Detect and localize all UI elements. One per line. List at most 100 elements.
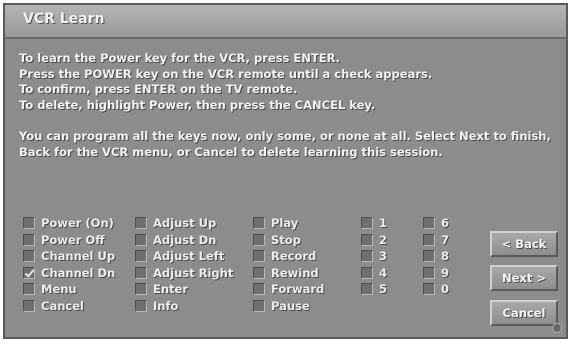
vcr-learn-window: VCR Learn To learn the Power key for the… [3, 3, 568, 339]
resize-grip-icon[interactable] [552, 323, 562, 333]
key-label: 9 [441, 265, 450, 280]
key-label: 3 [379, 249, 388, 264]
key-checkbox[interactable]: Play [253, 215, 361, 232]
checkbox-icon[interactable] [253, 250, 265, 263]
checkbox-checked-icon[interactable] [23, 266, 35, 279]
key-label: Cancel [41, 298, 84, 313]
checkbox-icon[interactable] [253, 233, 265, 246]
key-checkbox[interactable]: Pause [253, 298, 361, 315]
key-checkbox[interactable]: Record [253, 248, 361, 265]
key-checkbox[interactable]: Power Off [23, 232, 135, 249]
key-checkbox[interactable]: Info [135, 298, 253, 315]
key-checkbox[interactable]: Power (On) [23, 215, 135, 232]
key-label: Pause [271, 298, 310, 313]
key-checkbox[interactable]: Adjust Right [135, 265, 253, 282]
key-label: 0 [441, 282, 450, 297]
key-checkbox[interactable]: 0 [423, 281, 483, 298]
key-column: 67 89 0 [423, 215, 483, 314]
key-checkbox[interactable]: 2 [361, 232, 423, 249]
checkbox-icon[interactable] [253, 283, 265, 296]
key-label: Channel Up [41, 249, 116, 264]
key-checkbox[interactable]: 9 [423, 265, 483, 282]
cancel-button[interactable]: Cancel [490, 300, 558, 326]
key-label: Stop [271, 232, 301, 247]
next-button[interactable]: Next > [490, 265, 558, 291]
key-label: Rewind [271, 265, 319, 280]
key-label: 6 [441, 216, 450, 231]
key-label: Adjust Up [153, 216, 217, 231]
key-checkbox[interactable]: 8 [423, 248, 483, 265]
key-checkbox[interactable]: Menu [23, 281, 135, 298]
key-checkbox[interactable]: Channel Up [23, 248, 135, 265]
checkbox-icon[interactable] [423, 283, 435, 296]
checkbox-icon[interactable] [423, 250, 435, 263]
checkbox-icon[interactable] [23, 217, 35, 230]
key-checkbox[interactable]: Adjust Dn [135, 232, 253, 249]
checkbox-icon[interactable] [423, 266, 435, 279]
key-label: 7 [441, 232, 450, 247]
key-label: 2 [379, 232, 388, 247]
checkbox-icon[interactable] [23, 283, 35, 296]
key-label: Enter [153, 282, 189, 297]
key-checkbox[interactable]: Adjust Up [135, 215, 253, 232]
key-checkbox[interactable]: Channel Dn [23, 265, 135, 282]
checkbox-icon[interactable] [361, 233, 373, 246]
checkbox-icon[interactable] [361, 250, 373, 263]
instruction-line: To confirm, press ENTER on the TV remote… [19, 82, 298, 96]
key-label: Power Off [41, 232, 105, 247]
key-label: Adjust Left [153, 249, 225, 264]
window-title: VCR Learn [23, 11, 105, 27]
key-checkbox[interactable]: Adjust Left [135, 248, 253, 265]
key-label: 4 [379, 265, 388, 280]
checkbox-icon[interactable] [423, 217, 435, 230]
checkbox-icon[interactable] [361, 266, 373, 279]
key-label: Info [153, 298, 179, 313]
key-checkbox[interactable]: 1 [361, 215, 423, 232]
back-button[interactable]: < Back [490, 231, 558, 257]
key-column: Play Stop Record Rewind Forward Pause [253, 215, 361, 314]
checkbox-icon[interactable] [135, 250, 147, 263]
key-label: Play [271, 216, 299, 231]
checkbox-icon[interactable] [23, 299, 35, 312]
instructions: To learn the Power key for the VCR, pres… [19, 51, 567, 160]
checkbox-icon[interactable] [23, 250, 35, 263]
instruction-line: Press the POWER key on the VCR remote un… [19, 66, 433, 81]
instruction-line: To learn the Power key for the VCR, pres… [19, 51, 341, 65]
key-checkbox[interactable]: 3 [361, 248, 423, 265]
key-label: Channel Dn [41, 265, 116, 280]
instruction-paragraph: You can program all the keys now, only s… [19, 129, 551, 159]
checkbox-icon[interactable] [361, 217, 373, 230]
key-column: Adjust Up Adjust Dn Adjust Left Adjust Righ… [135, 215, 253, 314]
key-label: 8 [441, 249, 450, 264]
key-label: Adjust Right [153, 265, 234, 280]
checkbox-icon[interactable] [253, 217, 265, 230]
key-checkbox[interactable]: 7 [423, 232, 483, 249]
instruction-line: To delete, highlight Power, then press t… [19, 97, 376, 112]
key-grid: Power (On) Power Off Channel Up Channel Dn M… [23, 215, 483, 314]
checkbox-icon[interactable] [135, 266, 147, 279]
key-label: Forward [271, 282, 325, 297]
checkbox-icon[interactable] [253, 266, 265, 279]
key-column: Power (On) Power Off Channel Up Channel Dn M… [23, 215, 135, 314]
key-checkbox[interactable]: 5 [361, 281, 423, 298]
key-checkbox[interactable]: Stop [253, 232, 361, 249]
checkbox-icon[interactable] [135, 217, 147, 230]
checkbox-icon[interactable] [423, 233, 435, 246]
key-label: Menu [41, 282, 77, 297]
checkbox-icon[interactable] [135, 299, 147, 312]
checkbox-icon[interactable] [23, 233, 35, 246]
key-checkbox[interactable]: 6 [423, 215, 483, 232]
key-checkbox[interactable]: 4 [361, 265, 423, 282]
checkbox-icon[interactable] [135, 233, 147, 246]
checkbox-icon[interactable] [135, 283, 147, 296]
key-checkbox[interactable]: Forward [253, 281, 361, 298]
key-label: Power (On) [41, 216, 114, 231]
key-label: Record [271, 249, 317, 264]
key-checkbox[interactable]: Enter [135, 281, 253, 298]
checkbox-icon[interactable] [361, 283, 373, 296]
checkbox-icon[interactable] [253, 299, 265, 312]
key-checkbox[interactable]: Cancel [23, 298, 135, 315]
title-bar: VCR Learn [5, 5, 566, 39]
key-label: 5 [379, 282, 388, 297]
key-checkbox[interactable]: Rewind [253, 265, 361, 282]
